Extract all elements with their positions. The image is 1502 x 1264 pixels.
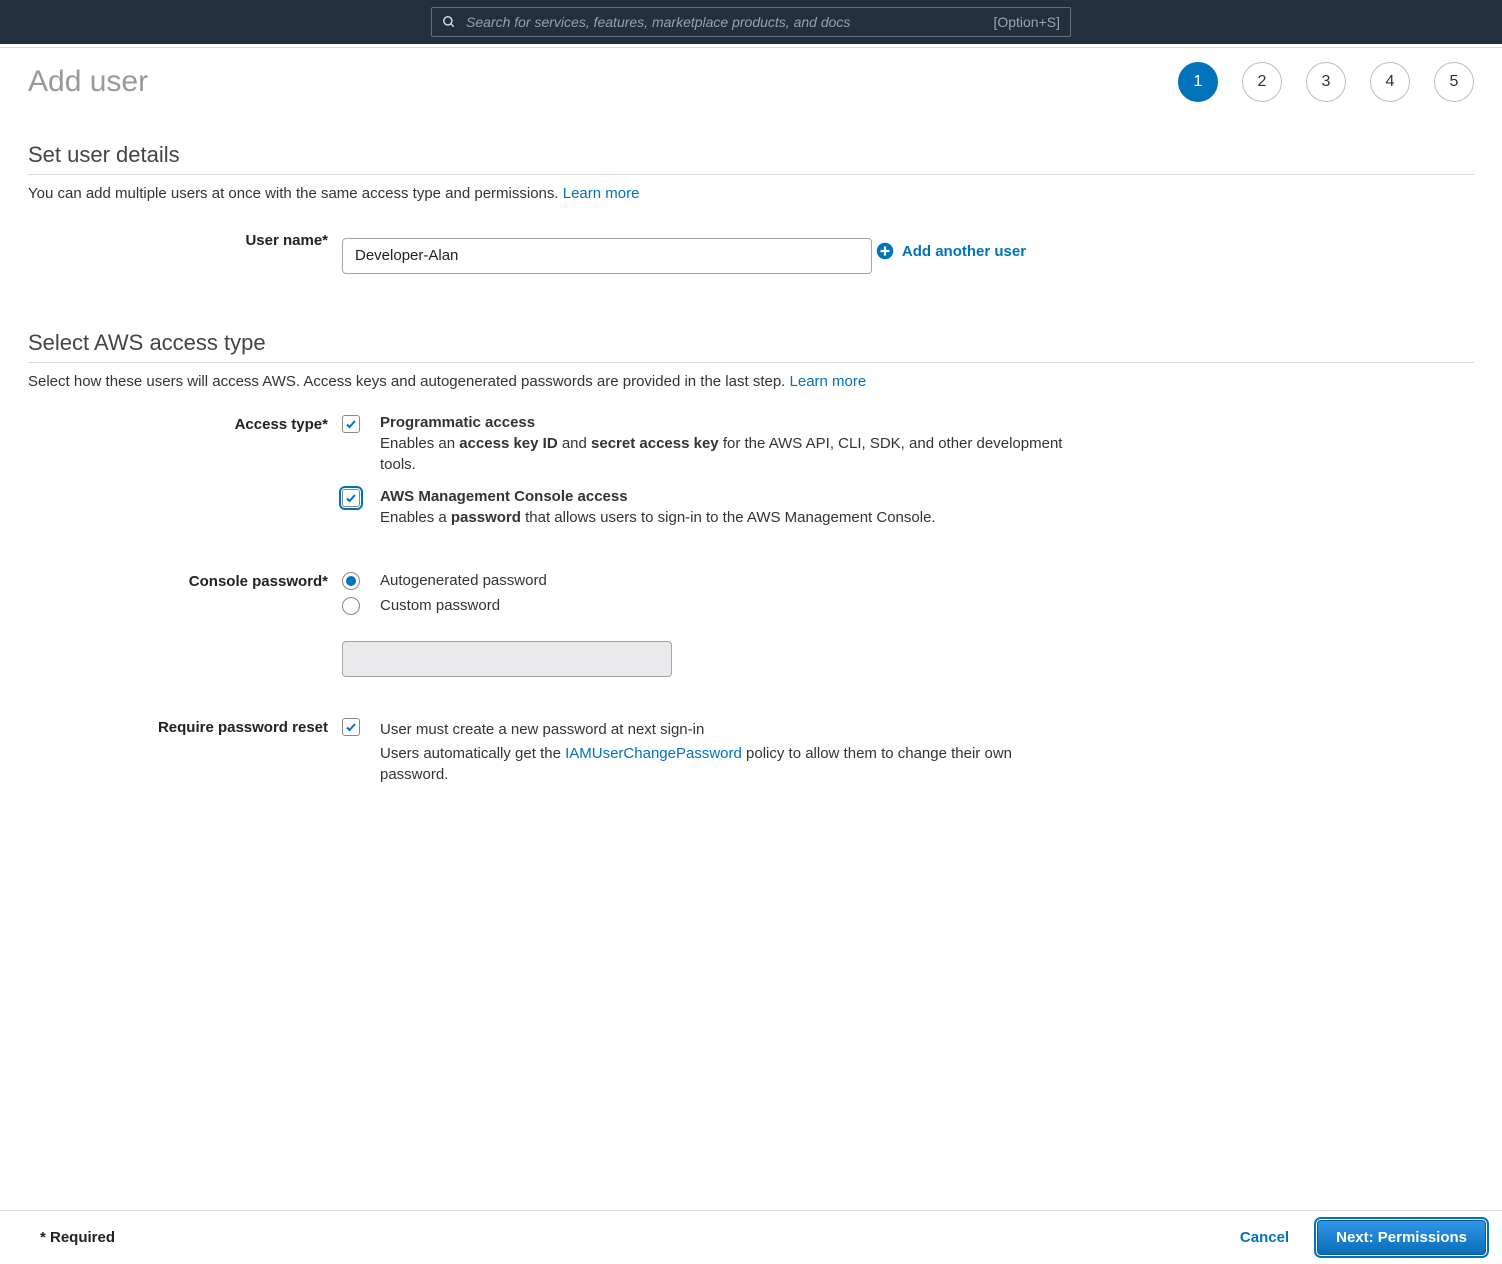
- require-reset-label: Require password reset: [158, 719, 328, 736]
- custom-password-option: Custom password: [342, 596, 1474, 615]
- learn-more-access[interactable]: Learn more: [790, 373, 867, 390]
- console-access-title: AWS Management Console access: [380, 488, 1080, 505]
- search-bar[interactable]: [Option+S]: [431, 7, 1071, 37]
- page-body: Add user 1 2 3 4 5 Set user details You …: [0, 48, 1502, 798]
- console-access-option: AWS Management Console access Enables a …: [342, 488, 1474, 529]
- checkmark-icon: [345, 721, 357, 733]
- wizard-step-4[interactable]: 4: [1370, 62, 1410, 102]
- programmatic-access-desc: Enables an access key ID and secret acce…: [380, 433, 1080, 477]
- autogen-password-radio[interactable]: [342, 572, 360, 590]
- search-icon: [442, 15, 456, 29]
- footer-bar: * Required Cancel Next: Permissions: [0, 1210, 1502, 1264]
- header-row: Add user 1 2 3 4 5: [28, 62, 1474, 102]
- next-permissions-button[interactable]: Next: Permissions: [1317, 1220, 1486, 1255]
- console-password-label: Console password*: [189, 573, 328, 590]
- programmatic-access-checkbox[interactable]: [342, 415, 360, 433]
- add-another-label: Add another user: [902, 243, 1026, 260]
- section-access-desc: Select how these users will access AWS. …: [28, 373, 1474, 390]
- custom-password-label: Custom password: [380, 597, 500, 614]
- autogen-password-option: Autogenerated password: [342, 571, 1474, 590]
- section-user-details-desc: You can add multiple users at once with …: [28, 185, 1474, 202]
- cancel-button[interactable]: Cancel: [1240, 1229, 1289, 1246]
- plus-circle-icon: [876, 242, 894, 260]
- console-access-desc: Enables a password that allows users to …: [380, 507, 1080, 529]
- programmatic-access-option: Programmatic access Enables an access ke…: [342, 414, 1474, 477]
- wizard-step-5[interactable]: 5: [1434, 62, 1474, 102]
- page-title: Add user: [28, 65, 148, 99]
- require-reset-option: User must create a new password at next …: [342, 717, 1474, 786]
- require-reset-row: Require password reset User must create …: [28, 717, 1474, 798]
- username-label: User name*: [245, 232, 328, 249]
- top-nav: [Option+S]: [0, 0, 1502, 44]
- learn-more-user-details[interactable]: Learn more: [563, 185, 640, 202]
- section-access-title: Select AWS access type: [28, 330, 1474, 363]
- access-type-row: Access type* Programmatic access Enables…: [28, 414, 1474, 541]
- checkmark-icon: [345, 418, 357, 430]
- wizard-step-1[interactable]: 1: [1178, 62, 1218, 102]
- checkmark-icon: [345, 492, 357, 504]
- section-user-details-title: Set user details: [28, 142, 1474, 175]
- programmatic-access-title: Programmatic access: [380, 414, 1080, 431]
- autogen-password-label: Autogenerated password: [380, 572, 547, 589]
- wizard-step-3[interactable]: 3: [1306, 62, 1346, 102]
- require-reset-line2: Users automatically get the IAMUserChang…: [380, 743, 1080, 787]
- username-row: User name* Add another user: [28, 226, 1474, 274]
- add-another-user[interactable]: Add another user: [876, 242, 1026, 260]
- search-shortcut: [Option+S]: [993, 14, 1060, 30]
- wizard-step-2[interactable]: 2: [1242, 62, 1282, 102]
- console-password-row: Console password* Autogenerated password…: [28, 571, 1474, 677]
- custom-password-radio[interactable]: [342, 597, 360, 615]
- footer-required-note: * Required: [40, 1229, 115, 1246]
- section-access-desc-text: Select how these users will access AWS. …: [28, 373, 790, 390]
- iam-policy-link[interactable]: IAMUserChangePassword: [565, 745, 742, 762]
- require-reset-line1: User must create a new password at next …: [380, 719, 1080, 741]
- access-type-label: Access type*: [235, 416, 328, 433]
- custom-password-input: [342, 641, 672, 677]
- section-user-details-desc-text: You can add multiple users at once with …: [28, 185, 563, 202]
- wizard-steps: 1 2 3 4 5: [1178, 62, 1474, 102]
- username-input[interactable]: [342, 238, 872, 274]
- console-access-checkbox[interactable]: [342, 489, 360, 507]
- search-input[interactable]: [466, 8, 993, 36]
- require-reset-checkbox[interactable]: [342, 718, 360, 736]
